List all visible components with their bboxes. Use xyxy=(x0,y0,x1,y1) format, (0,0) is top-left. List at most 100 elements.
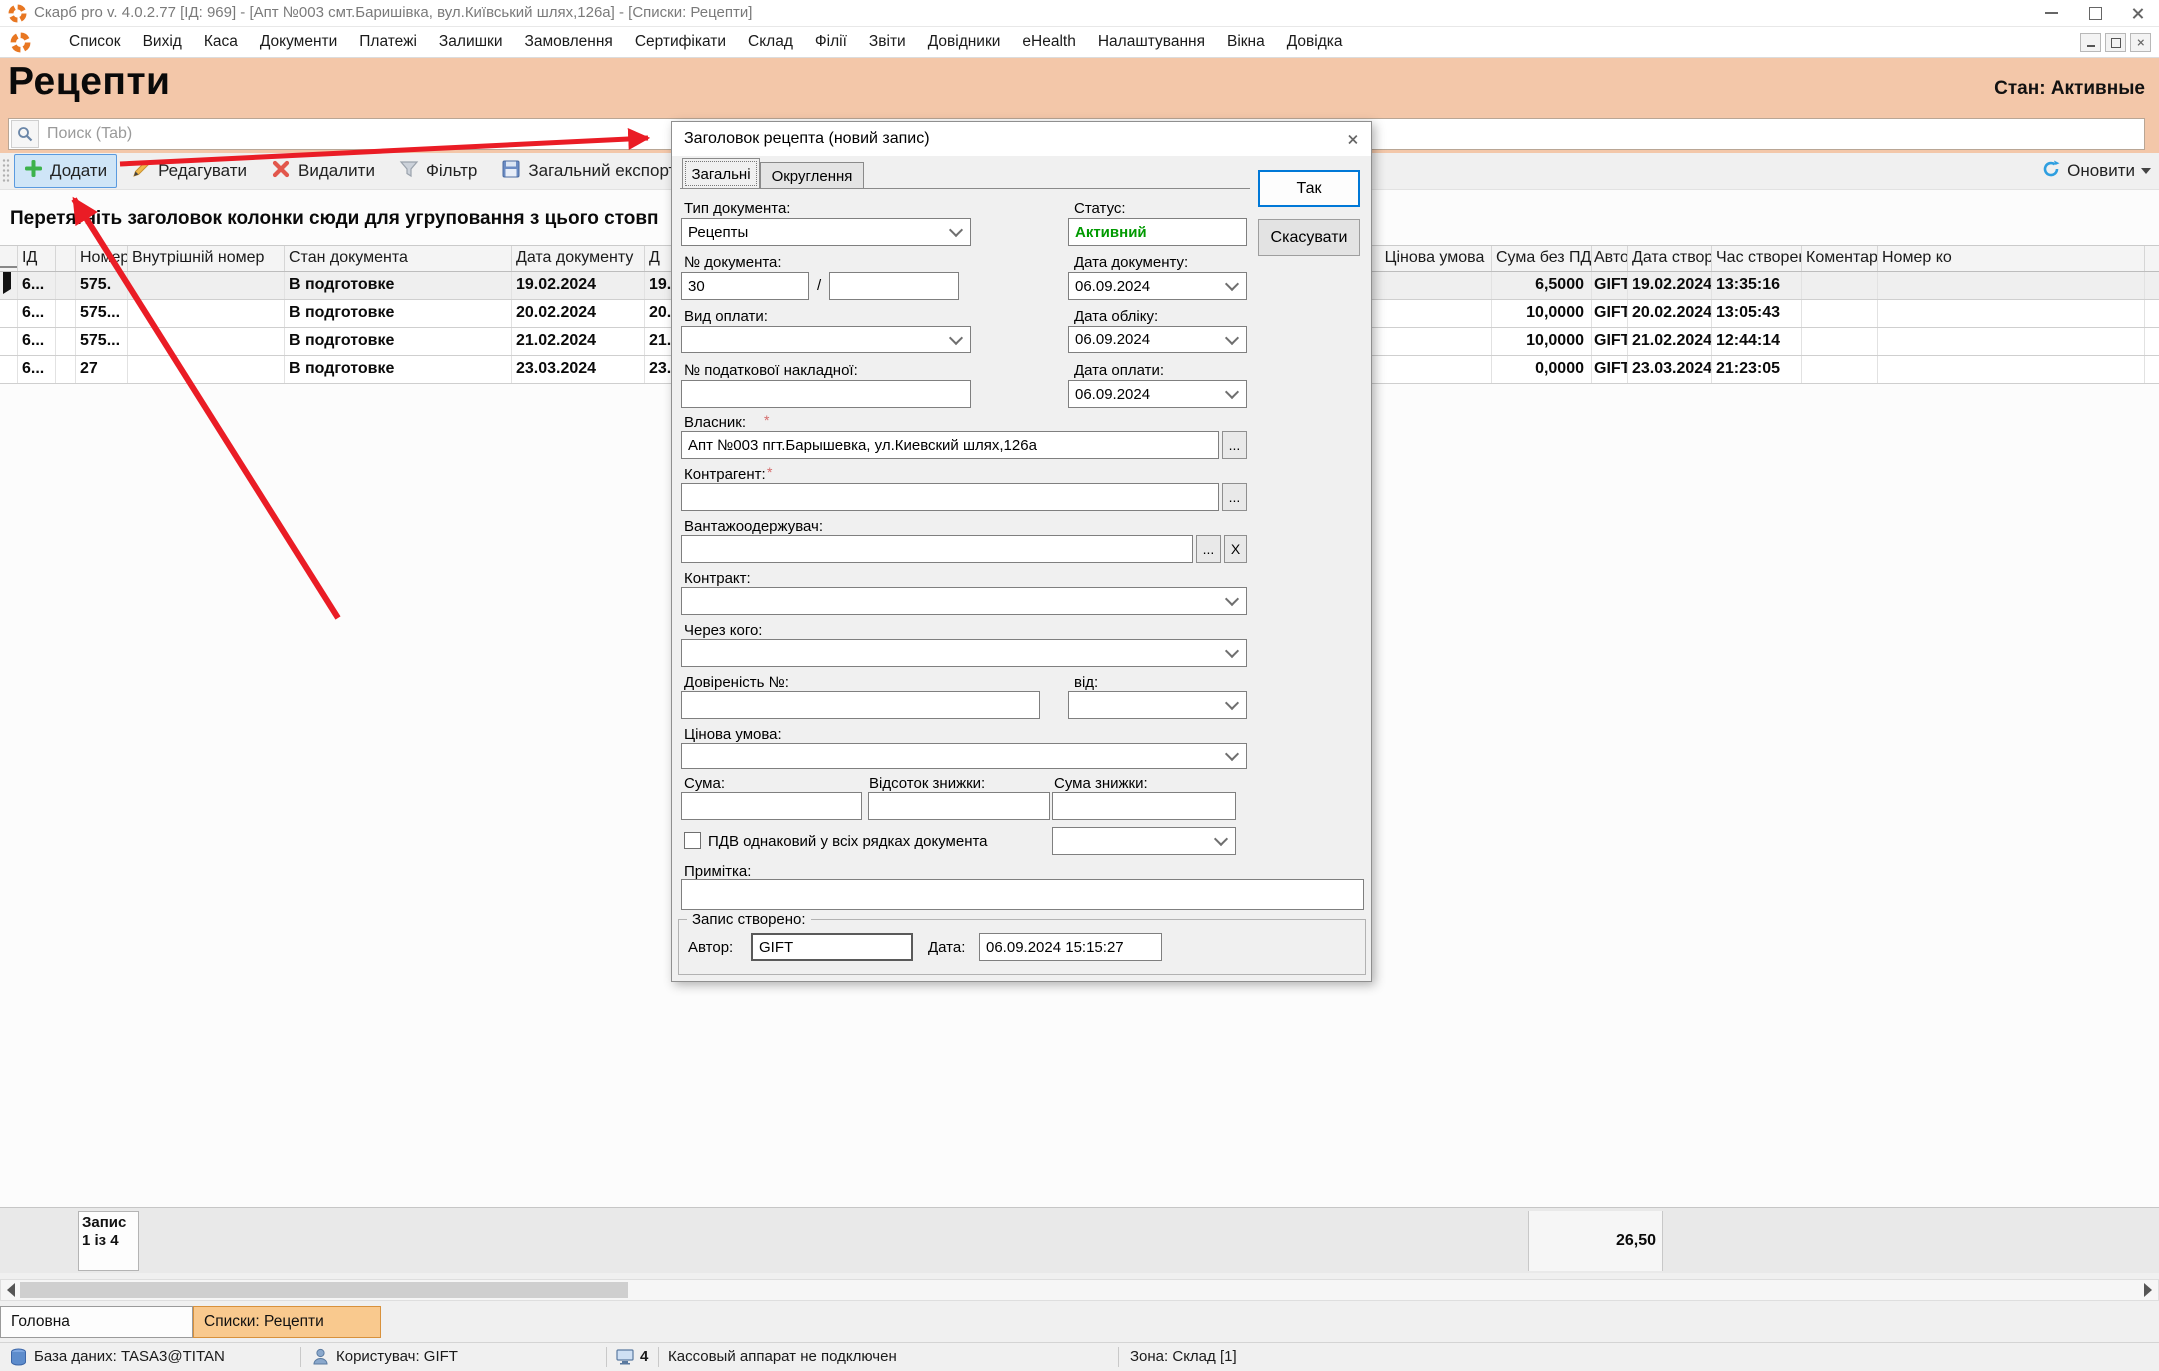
doc-number2-input[interactable] xyxy=(829,272,959,300)
bottom-tab-spysky-recepty[interactable]: Списки: Рецепти xyxy=(193,1306,381,1338)
vat-same-label: ПДВ однаковий у всіх рядках документа xyxy=(708,833,988,850)
chevron-down-icon xyxy=(1225,644,1239,658)
discount-percent-input[interactable] xyxy=(868,792,1050,820)
mdi-window-controls xyxy=(2080,33,2151,52)
refresh-icon xyxy=(2041,159,2061,184)
column-header-filler xyxy=(2145,246,2159,271)
dialog-close-icon[interactable] xyxy=(1341,129,1363,149)
column-header-blank[interactable] xyxy=(56,246,76,271)
pay-kind-combo[interactable] xyxy=(681,326,971,353)
menu-item-zamovlennya[interactable]: Замовлення xyxy=(513,28,623,56)
menu-item-zalyshky[interactable]: Залишки xyxy=(428,28,514,56)
column-header-number[interactable]: Номер xyxy=(76,246,128,271)
pay-date-combo[interactable]: 06.09.2024 xyxy=(1068,380,1247,408)
cancel-button[interactable]: Скасувати xyxy=(1258,219,1360,256)
tab-okruglennya[interactable]: Округлення xyxy=(760,162,864,189)
owner-label: Власник: xyxy=(684,414,746,431)
contragent-input[interactable] xyxy=(681,483,1219,511)
pencil-icon xyxy=(131,159,151,184)
menu-items: Список Вихід Каса Документи Платежі Зали… xyxy=(58,28,1354,56)
menu-item-dokumenty[interactable]: Документи xyxy=(249,28,348,56)
sum-input[interactable] xyxy=(681,792,862,820)
author-label: Автор: xyxy=(688,939,733,956)
menu-item-vikna[interactable]: Вікна xyxy=(1216,28,1276,56)
via-whom-combo[interactable] xyxy=(681,639,1247,667)
poa-number-input[interactable] xyxy=(681,691,1040,719)
column-header-comment[interactable]: Коментар xyxy=(1802,246,1878,271)
owner-lookup-button[interactable]: ... xyxy=(1222,431,1247,459)
vat-rate-combo[interactable] xyxy=(1052,827,1236,855)
menu-item-ehealth[interactable]: eHealth xyxy=(1011,28,1086,56)
floppy-disk-icon xyxy=(501,159,521,184)
menu-item-dovidnyky[interactable]: Довідники xyxy=(917,28,1012,56)
price-condition-combo[interactable] xyxy=(681,743,1247,769)
author-input[interactable] xyxy=(751,933,913,961)
maximize-button[interactable] xyxy=(2075,3,2115,23)
menu-item-filii[interactable]: Філії xyxy=(804,28,858,56)
chevron-down-icon xyxy=(949,330,963,344)
mdi-restore-button[interactable] xyxy=(2105,33,2126,52)
add-button[interactable]: Додати xyxy=(14,154,117,188)
grid-footer: Запис 1 із 4 26,50 xyxy=(0,1207,2159,1273)
column-header-doc-date[interactable]: Дата документу xyxy=(512,246,645,271)
scrollbar-thumb[interactable] xyxy=(20,1282,628,1298)
menu-item-spisok[interactable]: Список xyxy=(58,28,132,56)
column-header-sum-no-vat[interactable]: Сума без ПДВ): xyxy=(1492,246,1592,271)
export-button[interactable]: Загальний експорт xyxy=(491,154,686,189)
column-header-doc-state[interactable]: Стан документа xyxy=(285,246,512,271)
mdi-close-button[interactable] xyxy=(2130,33,2151,52)
created-date-input[interactable] xyxy=(979,933,1162,961)
column-header-created-time[interactable]: Час створення xyxy=(1712,246,1802,271)
account-date-combo[interactable]: 06.09.2024 xyxy=(1068,326,1247,353)
state-filter-label[interactable]: Стан: Активные xyxy=(1994,78,2145,100)
workstation-icon xyxy=(616,1349,634,1369)
scroll-right-icon[interactable] xyxy=(2144,1283,2152,1297)
horizontal-scrollbar[interactable] xyxy=(0,1279,2159,1301)
consignee-clear-button[interactable]: X xyxy=(1224,535,1247,563)
doc-number-input[interactable] xyxy=(681,272,809,300)
menu-item-zvity[interactable]: Звіти xyxy=(858,28,917,56)
note-input[interactable] xyxy=(681,879,1364,910)
close-button[interactable] xyxy=(2117,3,2157,23)
poa-from-combo[interactable] xyxy=(1068,691,1247,719)
contract-combo[interactable] xyxy=(681,587,1247,615)
mdi-minimize-button[interactable] xyxy=(2080,33,2101,52)
doc-type-combo[interactable]: Рецепты xyxy=(681,218,971,246)
group-by-hint: Перетягніть заголовок колонки сюди для у… xyxy=(10,208,659,230)
contragent-lookup-button[interactable]: ... xyxy=(1222,483,1247,511)
column-header-id[interactable]: ІД xyxy=(18,246,56,271)
tax-invoice-input[interactable] xyxy=(681,380,971,408)
edit-button[interactable]: Редагувати xyxy=(121,154,257,189)
menu-item-nalashtuvannya[interactable]: Налаштування xyxy=(1087,28,1216,56)
consignee-input[interactable] xyxy=(681,535,1193,563)
bottom-tab-golovna[interactable]: Головна xyxy=(0,1306,193,1338)
chevron-down-icon xyxy=(1225,747,1239,761)
minimize-button[interactable] xyxy=(2031,3,2071,23)
menu-item-kasa[interactable]: Каса xyxy=(193,28,249,56)
menu-item-dovidka[interactable]: Довідка xyxy=(1276,28,1354,56)
column-header-number-k[interactable]: Номер ко xyxy=(1878,246,2145,271)
menu-item-sklad[interactable]: Склад xyxy=(737,28,804,56)
toolbar-grip-handle[interactable] xyxy=(2,158,10,184)
scroll-left-icon[interactable] xyxy=(7,1283,15,1297)
owner-input[interactable] xyxy=(681,431,1219,459)
column-header-author[interactable]: Автор xyxy=(1592,246,1628,271)
consignee-lookup-button[interactable]: ... xyxy=(1196,535,1221,563)
menu-item-sertyfikaty[interactable]: Сертифікати xyxy=(624,28,737,56)
window-title: Скарб pro v. 4.0.2.77 [ІД: 969] - [Апт №… xyxy=(34,4,752,21)
discount-sum-input[interactable] xyxy=(1052,792,1236,820)
delete-button[interactable]: Видалити xyxy=(261,154,385,189)
column-header-created-date[interactable]: Дата створе... xyxy=(1628,246,1712,271)
menu-item-vyhid[interactable]: Вихід xyxy=(132,28,193,56)
filter-button[interactable]: Фільтр xyxy=(389,154,487,189)
doc-date-combo[interactable]: 06.09.2024 xyxy=(1068,272,1247,300)
refresh-button[interactable]: Оновити xyxy=(2041,159,2151,184)
grid-options-icon[interactable] xyxy=(0,246,18,271)
column-header-internal-number[interactable]: Внутрішній номер xyxy=(128,246,285,271)
ok-button[interactable]: Так xyxy=(1258,170,1360,207)
required-icon: * xyxy=(767,464,772,480)
column-header-price-condition[interactable]: Цінова умова xyxy=(1378,246,1492,271)
vat-same-checkbox[interactable] xyxy=(684,832,701,849)
menu-item-platezhi[interactable]: Платежі xyxy=(348,28,428,56)
tab-zagalni[interactable]: Загальні xyxy=(682,158,760,189)
